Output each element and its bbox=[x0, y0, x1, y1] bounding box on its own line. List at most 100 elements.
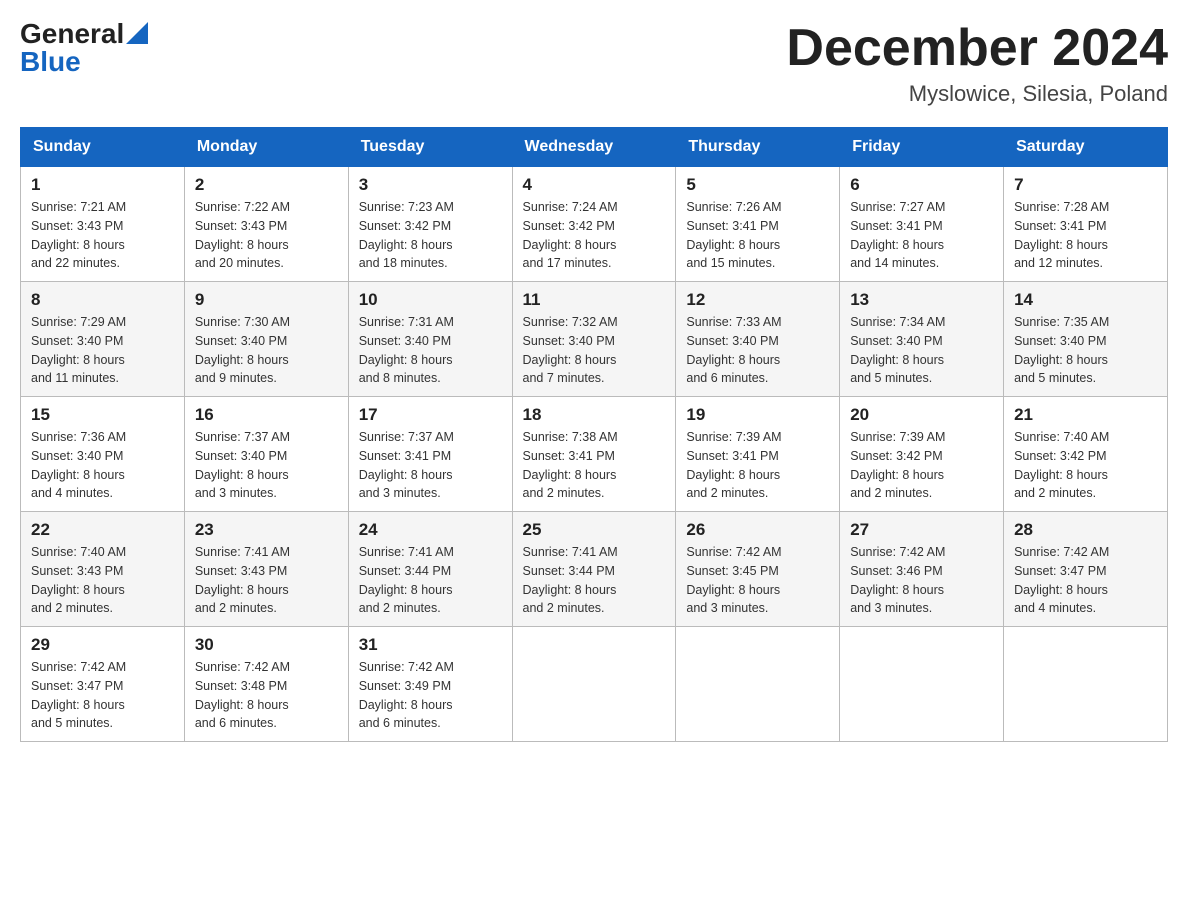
calendar-day-cell: 27 Sunrise: 7:42 AMSunset: 3:46 PMDayligh… bbox=[840, 512, 1004, 627]
calendar-table: SundayMondayTuesdayWednesdayThursdayFrid… bbox=[20, 127, 1168, 742]
day-number: 15 bbox=[31, 405, 174, 425]
day-number: 18 bbox=[523, 405, 666, 425]
calendar-week-row: 1Sunrise: 7:21 AMSunset: 3:43 PMDaylight… bbox=[21, 167, 1168, 282]
day-number: 1 bbox=[31, 175, 174, 195]
day-number: 9 bbox=[195, 290, 338, 310]
calendar-day-cell: 28Sunrise: 7:42 AMSunset: 3:47 PMDayligh… bbox=[1004, 512, 1168, 627]
calendar-day-header: Wednesday bbox=[512, 128, 676, 167]
calendar-day-cell: 3 Sunrise: 7:23 AMSunset: 3:42 PMDaylight… bbox=[348, 167, 512, 282]
calendar-day-cell: 17 Sunrise: 7:37 AMSunset: 3:41 PMDayligh… bbox=[348, 397, 512, 512]
day-info: Sunrise: 7:24 AMSunset: 3:42 PMDaylight:… bbox=[523, 198, 666, 273]
day-number: 23 bbox=[195, 520, 338, 540]
calendar-day-cell bbox=[1004, 627, 1168, 742]
calendar-day-header: Friday bbox=[840, 128, 1004, 167]
day-number: 11 bbox=[523, 290, 666, 310]
calendar-week-row: 29 Sunrise: 7:42 AMSunset: 3:47 PMDayligh… bbox=[21, 627, 1168, 742]
day-number: 21 bbox=[1014, 405, 1157, 425]
calendar-week-row: 15 Sunrise: 7:36 AMSunset: 3:40 PMDayligh… bbox=[21, 397, 1168, 512]
calendar-day-cell: 30 Sunrise: 7:42 AMSunset: 3:48 PMDayligh… bbox=[184, 627, 348, 742]
calendar-day-cell bbox=[512, 627, 676, 742]
day-info: Sunrise: 7:39 AMSunset: 3:41 PMDaylight:… bbox=[686, 428, 829, 503]
day-info: Sunrise: 7:28 AMSunset: 3:41 PMDaylight:… bbox=[1014, 198, 1157, 273]
page-header: General Blue December 2024 Myslowice, Si… bbox=[20, 20, 1168, 107]
calendar-day-cell: 1Sunrise: 7:21 AMSunset: 3:43 PMDaylight… bbox=[21, 167, 185, 282]
calendar-day-cell: 5 Sunrise: 7:26 AMSunset: 3:41 PMDaylight… bbox=[676, 167, 840, 282]
calendar-day-cell bbox=[676, 627, 840, 742]
day-info: Sunrise: 7:40 AMSunset: 3:42 PMDaylight:… bbox=[1014, 428, 1157, 503]
day-info: Sunrise: 7:37 AMSunset: 3:40 PMDaylight:… bbox=[195, 428, 338, 503]
day-info: Sunrise: 7:42 AMSunset: 3:48 PMDaylight:… bbox=[195, 658, 338, 733]
day-info: Sunrise: 7:41 AMSunset: 3:43 PMDaylight:… bbox=[195, 543, 338, 618]
calendar-day-cell: 2Sunrise: 7:22 AMSunset: 3:43 PMDaylight… bbox=[184, 167, 348, 282]
day-number: 5 bbox=[686, 175, 829, 195]
day-number: 10 bbox=[359, 290, 502, 310]
calendar-day-cell: 7 Sunrise: 7:28 AMSunset: 3:41 PMDaylight… bbox=[1004, 167, 1168, 282]
day-number: 22 bbox=[31, 520, 174, 540]
calendar-day-cell bbox=[840, 627, 1004, 742]
day-info: Sunrise: 7:36 AMSunset: 3:40 PMDaylight:… bbox=[31, 428, 174, 503]
day-info: Sunrise: 7:42 AMSunset: 3:47 PMDaylight:… bbox=[31, 658, 174, 733]
calendar-header-row: SundayMondayTuesdayWednesdayThursdayFrid… bbox=[21, 128, 1168, 167]
calendar-day-cell: 11 Sunrise: 7:32 AMSunset: 3:40 PMDayligh… bbox=[512, 282, 676, 397]
calendar-day-header: Thursday bbox=[676, 128, 840, 167]
location-subtitle: Myslowice, Silesia, Poland bbox=[786, 81, 1168, 107]
calendar-day-cell: 21 Sunrise: 7:40 AMSunset: 3:42 PMDayligh… bbox=[1004, 397, 1168, 512]
calendar-day-cell: 12Sunrise: 7:33 AMSunset: 3:40 PMDayligh… bbox=[676, 282, 840, 397]
day-number: 3 bbox=[359, 175, 502, 195]
calendar-day-cell: 4 Sunrise: 7:24 AMSunset: 3:42 PMDaylight… bbox=[512, 167, 676, 282]
calendar-day-cell: 13Sunrise: 7:34 AMSunset: 3:40 PMDayligh… bbox=[840, 282, 1004, 397]
calendar-day-cell: 25Sunrise: 7:41 AMSunset: 3:44 PMDayligh… bbox=[512, 512, 676, 627]
calendar-day-header: Monday bbox=[184, 128, 348, 167]
day-number: 29 bbox=[31, 635, 174, 655]
calendar-day-cell: 24 Sunrise: 7:41 AMSunset: 3:44 PMDayligh… bbox=[348, 512, 512, 627]
day-info: Sunrise: 7:37 AMSunset: 3:41 PMDaylight:… bbox=[359, 428, 502, 503]
day-number: 7 bbox=[1014, 175, 1157, 195]
calendar-day-cell: 8Sunrise: 7:29 AMSunset: 3:40 PMDaylight… bbox=[21, 282, 185, 397]
day-info: Sunrise: 7:41 AMSunset: 3:44 PMDaylight:… bbox=[359, 543, 502, 618]
calendar-day-cell: 9 Sunrise: 7:30 AMSunset: 3:40 PMDaylight… bbox=[184, 282, 348, 397]
calendar-day-cell: 31 Sunrise: 7:42 AMSunset: 3:49 PMDayligh… bbox=[348, 627, 512, 742]
calendar-day-header: Sunday bbox=[21, 128, 185, 167]
day-number: 20 bbox=[850, 405, 993, 425]
calendar-day-cell: 20Sunrise: 7:39 AMSunset: 3:42 PMDayligh… bbox=[840, 397, 1004, 512]
calendar-day-cell: 29 Sunrise: 7:42 AMSunset: 3:47 PMDayligh… bbox=[21, 627, 185, 742]
day-number: 17 bbox=[359, 405, 502, 425]
calendar-day-header: Saturday bbox=[1004, 128, 1168, 167]
month-year-title: December 2024 bbox=[786, 20, 1168, 77]
day-info: Sunrise: 7:42 AMSunset: 3:47 PMDaylight:… bbox=[1014, 543, 1157, 618]
day-info: Sunrise: 7:26 AMSunset: 3:41 PMDaylight:… bbox=[686, 198, 829, 273]
calendar-day-cell: 19Sunrise: 7:39 AMSunset: 3:41 PMDayligh… bbox=[676, 397, 840, 512]
day-number: 12 bbox=[686, 290, 829, 310]
day-number: 31 bbox=[359, 635, 502, 655]
calendar-day-cell: 23 Sunrise: 7:41 AMSunset: 3:43 PMDayligh… bbox=[184, 512, 348, 627]
calendar-day-cell: 14Sunrise: 7:35 AMSunset: 3:40 PMDayligh… bbox=[1004, 282, 1168, 397]
calendar-day-cell: 6 Sunrise: 7:27 AMSunset: 3:41 PMDaylight… bbox=[840, 167, 1004, 282]
day-number: 30 bbox=[195, 635, 338, 655]
calendar-day-cell: 16 Sunrise: 7:37 AMSunset: 3:40 PMDayligh… bbox=[184, 397, 348, 512]
logo-blue-text: Blue bbox=[20, 48, 81, 76]
title-section: December 2024 Myslowice, Silesia, Poland bbox=[786, 20, 1168, 107]
calendar-week-row: 8Sunrise: 7:29 AMSunset: 3:40 PMDaylight… bbox=[21, 282, 1168, 397]
calendar-day-cell: 18 Sunrise: 7:38 AMSunset: 3:41 PMDayligh… bbox=[512, 397, 676, 512]
logo: General Blue bbox=[20, 20, 148, 76]
day-info: Sunrise: 7:38 AMSunset: 3:41 PMDaylight:… bbox=[523, 428, 666, 503]
day-info: Sunrise: 7:42 AMSunset: 3:49 PMDaylight:… bbox=[359, 658, 502, 733]
logo-general-text: General bbox=[20, 20, 124, 48]
logo-arrow-icon bbox=[126, 22, 148, 44]
calendar-day-header: Tuesday bbox=[348, 128, 512, 167]
day-number: 24 bbox=[359, 520, 502, 540]
day-info: Sunrise: 7:32 AMSunset: 3:40 PMDaylight:… bbox=[523, 313, 666, 388]
day-number: 26 bbox=[686, 520, 829, 540]
day-number: 27 bbox=[850, 520, 993, 540]
day-number: 16 bbox=[195, 405, 338, 425]
day-number: 6 bbox=[850, 175, 993, 195]
day-info: Sunrise: 7:23 AMSunset: 3:42 PMDaylight:… bbox=[359, 198, 502, 273]
day-number: 4 bbox=[523, 175, 666, 195]
day-info: Sunrise: 7:42 AMSunset: 3:45 PMDaylight:… bbox=[686, 543, 829, 618]
day-info: Sunrise: 7:22 AMSunset: 3:43 PMDaylight:… bbox=[195, 198, 338, 273]
day-info: Sunrise: 7:31 AMSunset: 3:40 PMDaylight:… bbox=[359, 313, 502, 388]
day-info: Sunrise: 7:27 AMSunset: 3:41 PMDaylight:… bbox=[850, 198, 993, 273]
day-info: Sunrise: 7:30 AMSunset: 3:40 PMDaylight:… bbox=[195, 313, 338, 388]
day-info: Sunrise: 7:42 AMSunset: 3:46 PMDaylight:… bbox=[850, 543, 993, 618]
calendar-day-cell: 22Sunrise: 7:40 AMSunset: 3:43 PMDayligh… bbox=[21, 512, 185, 627]
